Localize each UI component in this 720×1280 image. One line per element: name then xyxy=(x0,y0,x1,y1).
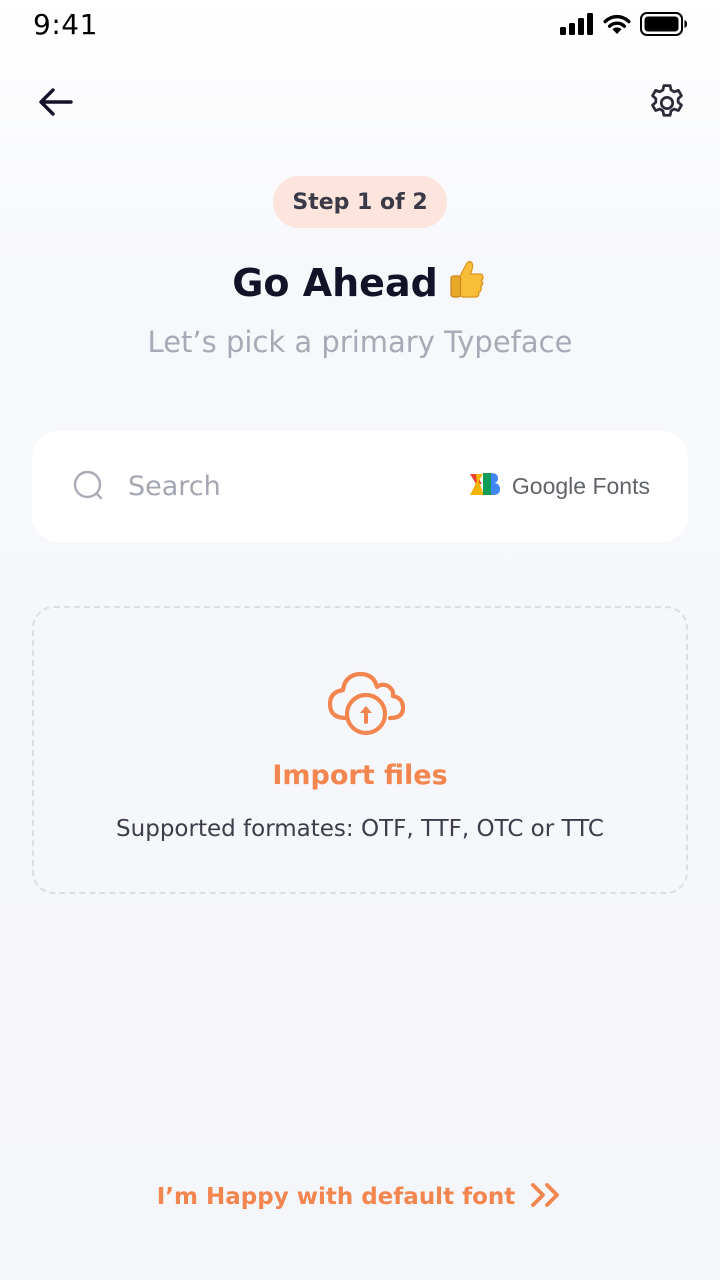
status-time: 9:41 xyxy=(33,8,98,41)
page-title: Go Ahead xyxy=(0,258,720,309)
cloud-upload-icon xyxy=(326,668,406,740)
use-default-font-link[interactable]: I’m Happy with default font xyxy=(0,1182,720,1212)
status-bar: 9:41 xyxy=(0,0,720,50)
search-icon xyxy=(72,469,108,505)
gear-icon xyxy=(645,81,689,129)
page-title-text: Go Ahead xyxy=(232,261,438,305)
back-button[interactable] xyxy=(36,84,76,124)
battery-icon xyxy=(640,12,688,40)
use-default-font-label: I’m Happy with default font xyxy=(156,1184,516,1210)
settings-button[interactable] xyxy=(644,82,690,128)
arrow-left-icon xyxy=(38,87,74,121)
double-chevron-right-icon xyxy=(529,1182,563,1212)
import-files-dropzone[interactable]: Import files Supported formates: OTF, TT… xyxy=(32,606,688,894)
status-icons xyxy=(560,12,688,40)
search-card: Google Fonts xyxy=(32,431,688,542)
page-subtitle: Let’s pick a primary Typeface xyxy=(147,325,573,359)
import-files-title: Import files xyxy=(272,760,448,791)
cellular-signal-icon xyxy=(560,13,594,39)
step-badge: Step 1 of 2 xyxy=(273,176,447,228)
thumbs-up-icon xyxy=(446,258,488,309)
supported-formats-text: Supported formates: OTF, TTF, OTC or TTC xyxy=(116,816,604,842)
google-fonts-label: Google Fonts xyxy=(511,472,650,499)
wifi-icon xyxy=(602,13,632,39)
google-fonts-source[interactable]: Google Fonts xyxy=(469,471,650,501)
search-input[interactable] xyxy=(128,461,428,511)
google-fonts-icon xyxy=(469,471,502,501)
